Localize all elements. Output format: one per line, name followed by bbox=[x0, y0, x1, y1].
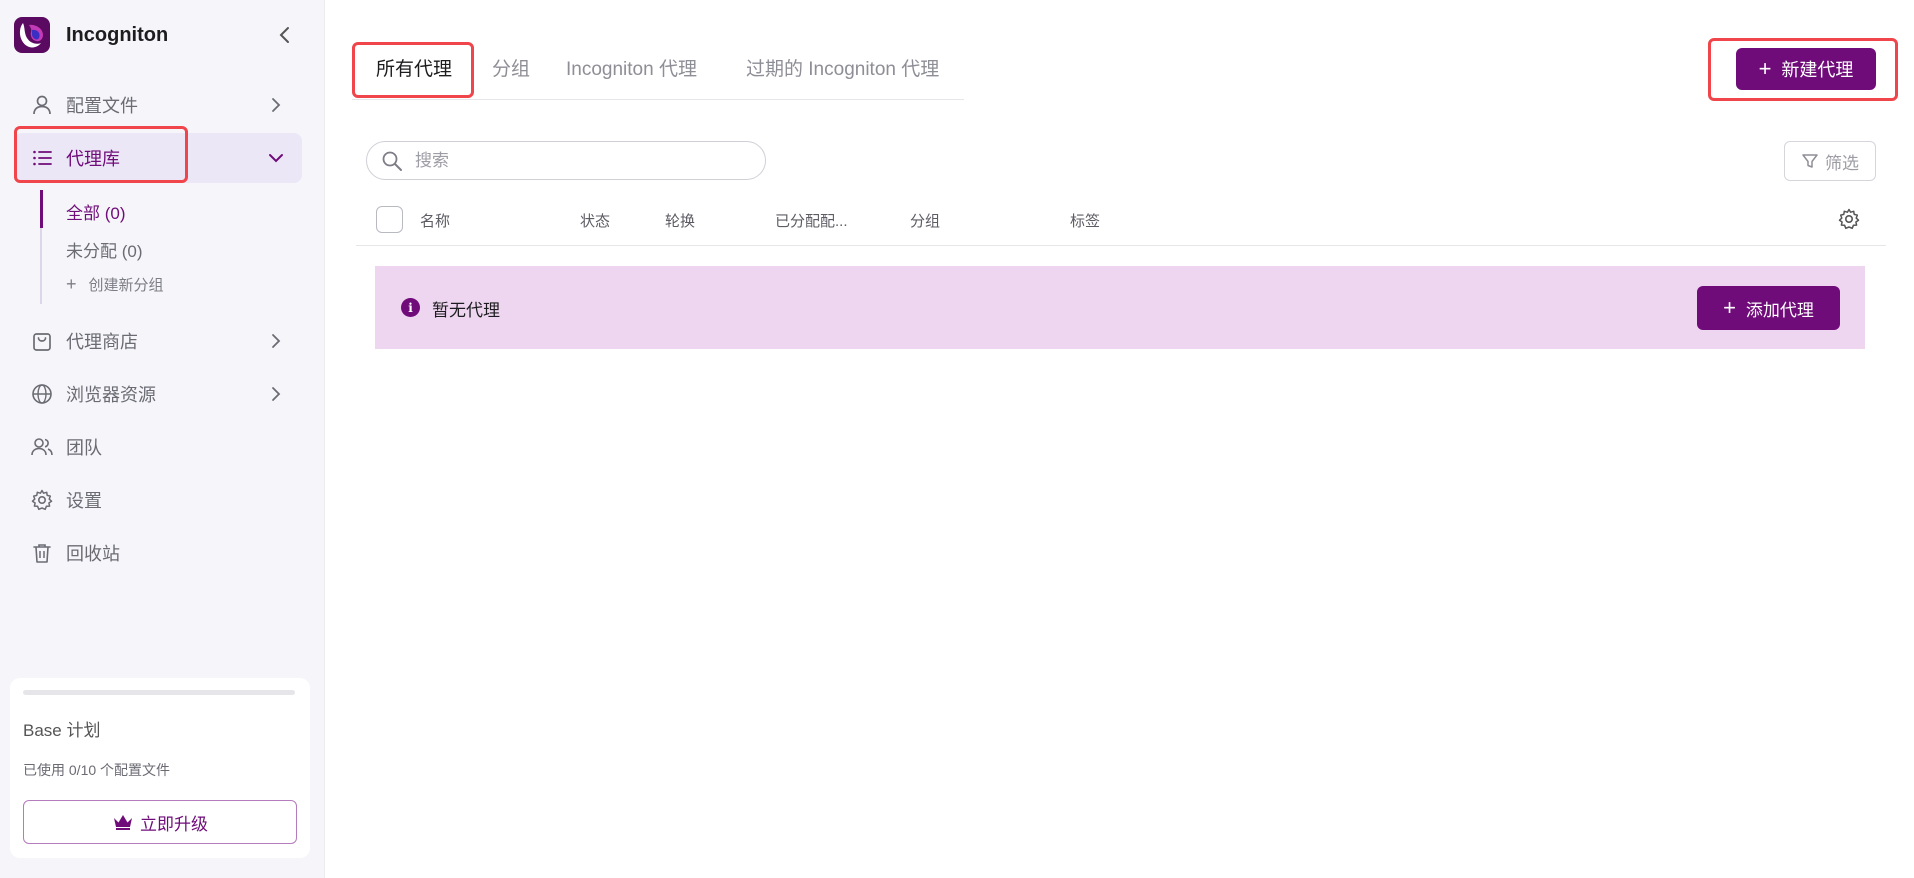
plus-icon: + bbox=[1758, 56, 1772, 81]
tab-all-proxies[interactable]: 所有代理 bbox=[376, 54, 452, 81]
info-icon: i bbox=[401, 298, 420, 317]
filter-icon bbox=[1802, 154, 1818, 168]
create-group-button[interactable]: + 创建新分组 bbox=[66, 274, 164, 295]
sidebar-item-label: 浏览器资源 bbox=[66, 385, 156, 405]
sidebar-item-label: 代理商店 bbox=[66, 332, 138, 352]
sidebar-item-team[interactable]: 团队 bbox=[14, 422, 302, 472]
empty-state-message: 暂无代理 bbox=[432, 301, 500, 320]
trash-icon bbox=[30, 541, 54, 565]
select-all-checkbox[interactable] bbox=[376, 206, 403, 233]
column-header-tags[interactable]: 标签 bbox=[1070, 210, 1100, 231]
sidebar-item-label: 设置 bbox=[66, 491, 102, 511]
chevron-right-icon bbox=[264, 382, 288, 406]
chevron-right-icon bbox=[264, 329, 288, 353]
new-proxy-label: 新建代理 bbox=[1781, 60, 1854, 80]
plan-title: Base 计划 bbox=[23, 721, 101, 740]
upgrade-label: 立即升级 bbox=[140, 814, 208, 834]
empty-state-banner: i 暂无代理 + 添加代理 bbox=[375, 266, 1865, 349]
users-icon bbox=[30, 435, 54, 459]
create-group-label: 创建新分组 bbox=[88, 277, 164, 294]
column-header-group[interactable]: 分组 bbox=[910, 210, 940, 231]
user-icon bbox=[30, 93, 54, 117]
column-header-name[interactable]: 名称 bbox=[420, 210, 450, 231]
sidebar-item-label: 配置文件 bbox=[66, 96, 138, 116]
table-header: 名称 状态 轮换 已分配配... 分组 标签 bbox=[356, 196, 1886, 246]
column-header-assigned-profiles[interactable]: 已分配配... bbox=[775, 210, 848, 231]
sidebar-item-settings[interactable]: 设置 bbox=[14, 475, 302, 525]
chevron-right-icon bbox=[264, 93, 288, 117]
subnav-item-all[interactable]: 全部 (0) bbox=[66, 199, 126, 224]
add-proxy-button[interactable]: + 添加代理 bbox=[1697, 286, 1840, 330]
sidebar-item-profiles[interactable]: 配置文件 bbox=[14, 80, 302, 130]
sidebar-item-proxy-store[interactable]: 代理商店 bbox=[14, 316, 302, 366]
gear-icon bbox=[30, 488, 54, 512]
search-icon bbox=[382, 151, 402, 171]
plan-card: Base 计划 已使用 0/10 个配置文件 立即升级 bbox=[10, 678, 310, 858]
column-settings-icon[interactable] bbox=[1836, 206, 1862, 232]
plan-usage-bar bbox=[23, 690, 295, 695]
plus-icon: + bbox=[66, 274, 77, 294]
add-proxy-label: 添加代理 bbox=[1745, 300, 1814, 320]
crown-icon bbox=[114, 815, 132, 830]
sidebar-item-label: 代理库 bbox=[66, 149, 120, 169]
plus-icon: + bbox=[1723, 295, 1736, 320]
filter-button[interactable]: 筛选 bbox=[1784, 141, 1876, 181]
app-logo-icon bbox=[14, 17, 50, 53]
column-header-status[interactable]: 状态 bbox=[580, 210, 610, 231]
sidebar: Incogniton 配置文件 代理库 全部 (0) 未分配 (0) + 创建新… bbox=[0, 0, 325, 878]
sidebar-item-browser-resources[interactable]: 浏览器资源 bbox=[14, 369, 302, 419]
plan-usage-text: 已使用 0/10 个配置文件 bbox=[23, 762, 171, 778]
search-box bbox=[366, 141, 766, 180]
collapse-sidebar-button[interactable] bbox=[272, 22, 298, 48]
sidebar-item-label: 回收站 bbox=[66, 544, 120, 564]
column-header-rotation[interactable]: 轮换 bbox=[665, 210, 695, 231]
sidebar-item-label: 团队 bbox=[66, 438, 102, 458]
tab-incogniton-proxies[interactable]: Incogniton 代理 bbox=[566, 54, 697, 81]
brand: Incogniton bbox=[14, 16, 168, 54]
new-proxy-button[interactable]: + 新建代理 bbox=[1736, 48, 1876, 90]
list-icon bbox=[30, 146, 54, 170]
tab-bar: 所有代理 分组 Incogniton 代理 过期的 Incogniton 代理 bbox=[352, 44, 964, 100]
filter-label: 筛选 bbox=[1825, 153, 1859, 173]
search-input[interactable] bbox=[415, 150, 745, 171]
upgrade-button[interactable]: 立即升级 bbox=[23, 800, 297, 844]
sidebar-item-proxy-library[interactable]: 代理库 bbox=[14, 133, 302, 183]
shopping-bag-icon bbox=[30, 329, 54, 353]
sidebar-item-trash[interactable]: 回收站 bbox=[14, 528, 302, 578]
subnav-item-unassigned[interactable]: 未分配 (0) bbox=[66, 237, 143, 262]
tab-expired-incogniton-proxies[interactable]: 过期的 Incogniton 代理 bbox=[746, 54, 939, 81]
chevron-left-icon bbox=[279, 27, 289, 43]
tab-groups[interactable]: 分组 bbox=[492, 54, 530, 81]
globe-icon bbox=[30, 382, 54, 406]
subnav-active-indicator bbox=[40, 190, 43, 228]
chevron-down-icon bbox=[264, 146, 288, 170]
app-name: Incogniton bbox=[66, 23, 169, 46]
